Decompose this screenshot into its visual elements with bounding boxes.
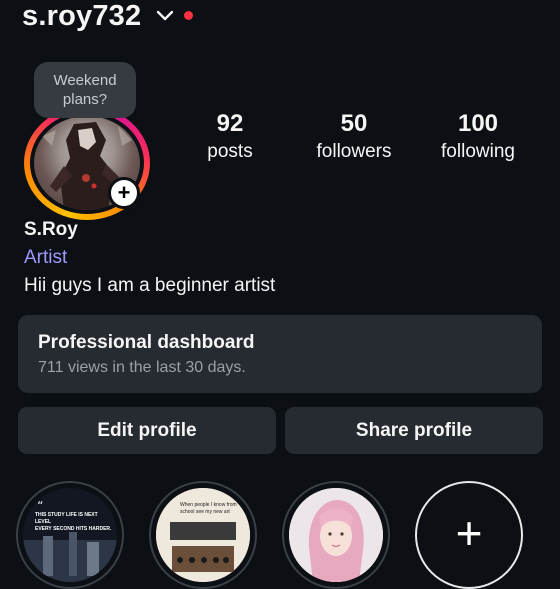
add-story-plus-icon[interactable]: +	[108, 177, 140, 209]
stat-followers[interactable]: 50 followers	[299, 110, 409, 166]
plus-icon: +	[455, 507, 483, 559]
highlight-2[interactable]: When people I know from school see my ne…	[149, 481, 257, 589]
edit-profile-button[interactable]: Edit profile	[18, 407, 276, 454]
profile-bio: Hii guys I am a beginner artist	[24, 275, 276, 296]
profile-category[interactable]: Artist	[24, 247, 67, 269]
note-line-2: plans?	[62, 91, 108, 108]
highlight-3-image	[289, 488, 383, 582]
highlight-2-text: When people I know from school see my ne…	[180, 502, 237, 515]
highlight-3[interactable]	[282, 481, 390, 589]
username-title[interactable]: s.roy732	[22, 0, 141, 33]
highlight-3-art	[289, 488, 383, 582]
professional-dashboard-card[interactable]: Professional dashboard 711 views in the …	[18, 315, 542, 393]
svg-text:“: “	[37, 499, 43, 513]
profile-name: S.Roy	[24, 219, 78, 240]
posts-label: posts	[207, 141, 253, 162]
stat-posts[interactable]: 92 posts	[175, 110, 285, 166]
following-label: following	[441, 141, 515, 162]
chevron-down-icon[interactable]	[156, 10, 174, 22]
note-line-1: Weekend	[53, 72, 117, 89]
stat-following[interactable]: 100 following	[423, 110, 533, 166]
dashboard-subtitle: 711 views in the last 30 days.	[38, 359, 246, 376]
share-profile-button[interactable]: Share profile	[285, 407, 543, 454]
notification-dot	[184, 11, 193, 20]
posts-count: 92	[216, 110, 244, 137]
highlight-1-image: “ THIS STUDY LIFE IS NEXT LEVEL EVERY SE…	[23, 488, 117, 582]
highlight-2-image: When people I know from school see my ne…	[156, 488, 250, 582]
dashboard-title: Professional dashboard	[38, 332, 255, 353]
highlight-1-art: “	[23, 488, 117, 582]
following-count: 100	[457, 110, 499, 137]
followers-count: 50	[340, 110, 368, 137]
new-highlight-button[interactable]: +	[415, 481, 523, 589]
highlight-1-text: THIS STUDY LIFE IS NEXT LEVEL EVERY SECO…	[35, 512, 112, 532]
highlight-1[interactable]: “ THIS STUDY LIFE IS NEXT LEVEL EVERY SE…	[16, 481, 124, 589]
note-bubble[interactable]: Weekend plans?	[34, 62, 136, 118]
followers-label: followers	[316, 141, 392, 162]
